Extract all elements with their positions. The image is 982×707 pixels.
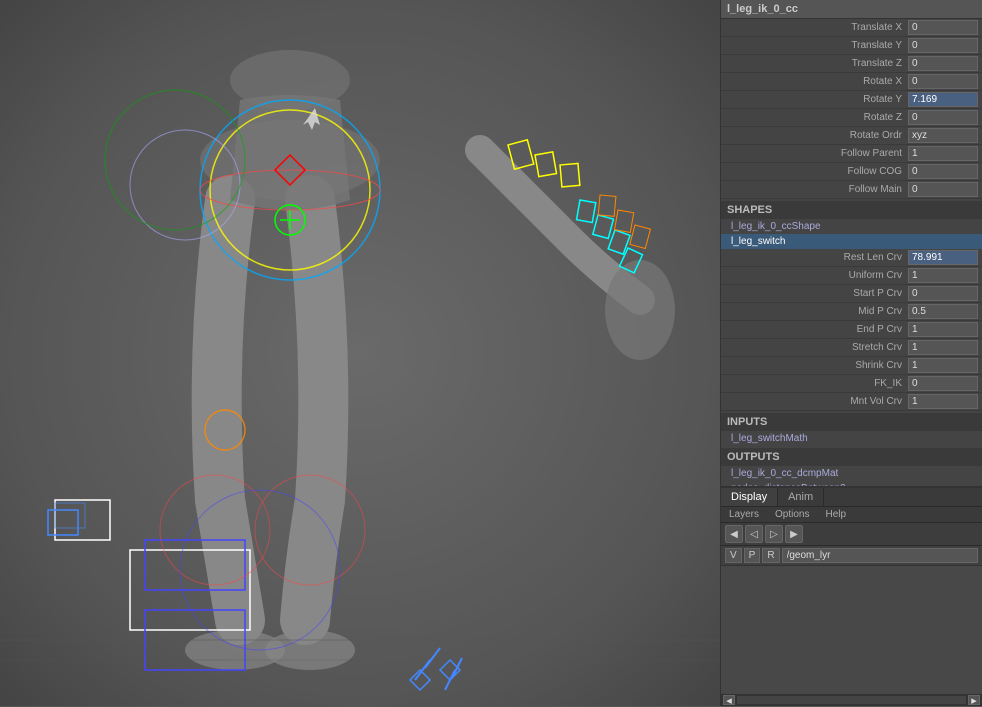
tab-display[interactable]: Display [721,488,778,506]
shape-field-rest-len-crv: Rest Len Crv78.991 [721,249,982,267]
shape-field-shrink-crv: Shrink Crv1 [721,357,982,375]
content-area [721,566,982,694]
transform-fields: Translate X0Translate Y0Translate Z0Rota… [721,19,982,199]
input-item-0[interactable]: l_leg_switchMath [721,431,982,446]
path-bar: V P R [721,546,982,566]
prop-row-follow-parent: Follow Parent1 [721,145,982,163]
prop-row-translate-x: Translate X0 [721,19,982,37]
bottom-panel: Display Anim Layers Options Help ◀ ◁ ▷ ▶… [721,486,982,706]
right-panel: l_leg_ik_0_cc Translate X0Translate Y0Tr… [720,0,982,706]
shape-field-mid-p-crv: Mid P Crv0.5 [721,303,982,321]
arrow-back-back[interactable]: ◀ [725,525,743,543]
outputs-list: l_leg_ik_0_cc_dcmpMatnodes_distanceBetwe… [721,466,982,486]
sub-tab-layers[interactable]: Layers [721,507,767,522]
object-title: l_leg_ik_0_cc [721,0,982,19]
prop-row-rotate-z: Rotate Z0 [721,109,982,127]
prop-row-translate-y: Translate Y0 [721,37,982,55]
prop-row-follow-main: Follow Main0 [721,181,982,199]
inputs-header: INPUTS [721,413,982,431]
outputs-header: OUTPUTS [721,448,982,466]
path-r-button[interactable]: R [762,548,779,563]
sub-tab-help[interactable]: Help [817,507,854,522]
tab-anim[interactable]: Anim [778,488,824,506]
shape-field-fk_ik: FK_IK0 [721,375,982,393]
scroll-left[interactable]: ◂ [723,695,735,705]
shape-field-start-p-crv: Start P Crv0 [721,285,982,303]
prop-row-rotate-x: Rotate X0 [721,73,982,91]
shape-field-uniform-crv: Uniform Crv1 [721,267,982,285]
shape-field-end-p-crv: End P Crv1 [721,321,982,339]
viewport[interactable] [0,0,720,706]
shapes-header: SHAPES [721,201,982,219]
inputs-list: l_leg_switchMath [721,431,982,446]
path-p-button[interactable]: P [744,548,761,563]
shapes-list: l_leg_ik_0_ccShapel_leg_switch [721,219,982,249]
shape-field-stretch-crv: Stretch Crv1 [721,339,982,357]
prop-row-rotate-y: Rotate Y7.169 [721,91,982,109]
shape-item-1[interactable]: l_leg_switch [721,234,982,249]
path-input[interactable] [782,548,978,563]
prop-row-follow-cog: Follow COG0 [721,163,982,181]
shape-field-mnt-vol-crv: Mnt Vol Crv1 [721,393,982,411]
scroll-right[interactable]: ▸ [968,695,980,705]
prop-row-translate-z: Translate Z0 [721,55,982,73]
sub-tab-bar: Layers Options Help [721,507,982,523]
path-v-button[interactable]: V [725,548,742,563]
properties-panel: l_leg_ik_0_cc Translate X0Translate Y0Tr… [721,0,982,486]
viewport-background [0,0,720,706]
arrow-forward-forward[interactable]: ▶ [785,525,803,543]
arrow-forward[interactable]: ▷ [765,525,783,543]
tab-bar: Display Anim [721,488,982,507]
prop-row-rotate-ordr: Rotate Ordrxyz [721,127,982,145]
toolbar-row: ◀ ◁ ▷ ▶ [721,523,982,546]
shape-fields: Rest Len Crv78.991Uniform Crv1Start P Cr… [721,249,982,411]
sub-tab-options[interactable]: Options [767,507,817,522]
output-item-0[interactable]: l_leg_ik_0_cc_dcmpMat [721,466,982,481]
shape-item-0[interactable]: l_leg_ik_0_ccShape [721,219,982,234]
arrow-back[interactable]: ◁ [745,525,763,543]
